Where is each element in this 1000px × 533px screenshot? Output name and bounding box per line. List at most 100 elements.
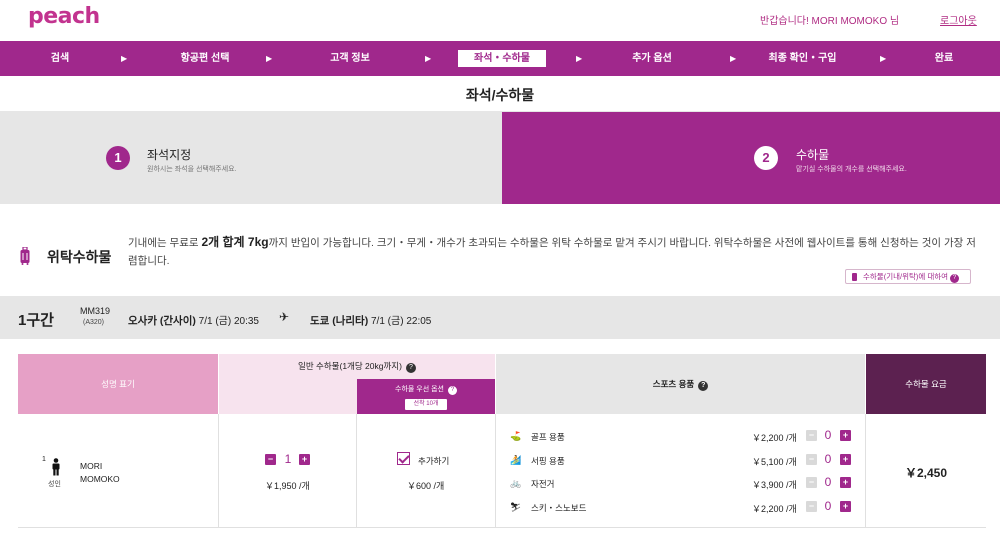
tab-description: 맡기실 수하물의 개수를 선택해주세요. (796, 166, 907, 173)
sport-item-price: ￥5,100 /개 (752, 457, 797, 467)
step-extra-options[interactable]: 추가 옵션 (612, 41, 692, 76)
departure-info: 오사카 (간사이) 7/1 (금) 20:35 (128, 312, 259, 328)
surf-decrement-button[interactable]: − (806, 454, 817, 465)
sport-item-name: 골프 용품 (531, 432, 565, 442)
chevron-right-icon: ▶ (121, 54, 128, 63)
column-header-general-baggage: 일반 수하물(1개당 20kg까지)? (219, 354, 495, 379)
cell-divider (218, 414, 219, 527)
general-baggage-increment-button[interactable]: + (299, 454, 310, 465)
sport-item-name: 자전거 (531, 479, 555, 489)
flight-segment-bar: 1구간 MM319 (A320) 오사카 (간사이) 7/1 (금) 20:35… (0, 296, 1000, 339)
booking-step-nav: 검색 ▶ 항공편 선택 ▶ 고객 정보 ▶ 좌석・수하물 ▶ 추가 옵션 ▶ 최… (0, 41, 1000, 76)
peach-logo[interactable]: peach (28, 4, 100, 29)
tab-baggage[interactable]: 2 수하물 맡기실 수하물의 개수를 선택해주세요. (502, 112, 1000, 204)
greeting-text: 반갑습니다! MORI MOMOKO 님 (760, 16, 900, 27)
help-icon: ? (950, 274, 960, 283)
baggage-info-link[interactable]: 수하물(기내/위탁)에 대하여? (845, 269, 971, 284)
row-divider (18, 527, 986, 528)
general-baggage-decrement-button[interactable]: − (265, 454, 276, 465)
adult-person-icon (52, 458, 60, 476)
baggage-info-text: 기내에는 무료로 2개 합계 7kg까지 반입이 가능합니다. 크기・무게・개수… (128, 233, 978, 270)
help-icon[interactable]: ? (698, 381, 709, 391)
column-header-priority-option: 수하물 우선 옵션? 선착 10개 (357, 379, 495, 414)
segment-label: 1구간 (18, 312, 54, 329)
chevron-right-icon: ▶ (880, 54, 887, 63)
limited-badge: 선착 10개 (405, 399, 447, 410)
sport-item-name: 서핑 용품 (531, 456, 565, 466)
general-baggage-price: ￥1,950 /개 (265, 481, 310, 491)
column-header-sports: 스포츠 용품? (496, 354, 865, 414)
general-baggage-subheader (219, 379, 357, 414)
baggage-info-link-label: 수하물(기내/위탁)에 대하여 (863, 272, 949, 281)
passenger-type: 성인 (48, 481, 61, 488)
sport-item-price: ￥2,200 /개 (752, 433, 797, 443)
step-number-badge: 1 (106, 146, 130, 170)
checked-baggage-title: 위탁수하물 (47, 249, 112, 265)
priority-option-price: ￥600 /개 (407, 481, 445, 491)
golf-icon: ⛳ (510, 431, 522, 441)
sport-item-price: ￥3,900 /개 (752, 480, 797, 490)
aircraft-type: (A320) (83, 319, 105, 326)
surf-increment-button[interactable]: + (840, 454, 851, 465)
sport-item-price: ￥2,200 /개 (752, 504, 797, 514)
bicycle-icon: 🚲 (510, 478, 522, 488)
logout-link[interactable]: 로그아웃 (940, 12, 977, 27)
ski-count: 0 (824, 499, 832, 513)
tab-title: 좌석지정 (147, 148, 192, 162)
baggage-fee-total: ￥2,450 (904, 466, 948, 480)
cell-divider (495, 414, 496, 527)
golf-decrement-button[interactable]: − (806, 430, 817, 441)
chevron-right-icon: ▶ (425, 54, 432, 63)
departure-time: 7/1 (금) 20:35 (198, 316, 259, 327)
surf-count: 0 (824, 452, 832, 466)
sport-item-name: 스키・스노보드 (531, 503, 587, 513)
general-baggage-count: 1 (284, 452, 292, 466)
step-number-badge: 2 (754, 146, 778, 170)
step-final-confirm[interactable]: 최종 확인・구입 (755, 41, 850, 76)
step-complete[interactable]: 완료 (924, 41, 964, 76)
info-text-bold: 2개 합계 7kg (201, 235, 269, 249)
help-icon[interactable]: ? (405, 363, 416, 373)
bicycle-count: 0 (824, 475, 832, 489)
bicycle-increment-button[interactable]: + (840, 477, 851, 488)
sports-header-label: 스포츠 용품 (652, 379, 695, 389)
luggage-icon (852, 273, 857, 281)
help-icon[interactable]: ? (447, 386, 457, 395)
arrival-info: 도쿄 (나리타) 7/1 (금) 22:05 (310, 312, 431, 328)
surf-icon: 🏄 (510, 455, 522, 465)
column-header-name: 성명 표기 (18, 354, 218, 414)
passenger-name: MORI MOMOKO (80, 460, 120, 486)
general-header-label: 일반 수하물(1개당 20kg까지) (298, 361, 402, 371)
priority-option-label: 추가하기 (418, 456, 450, 466)
step-seat-baggage[interactable]: 좌석・수하물 (458, 50, 546, 67)
arrival-time: 7/1 (금) 22:05 (371, 316, 432, 327)
flight-number: MM319 (80, 306, 111, 316)
page-title: 좌석/수하물 (0, 76, 1000, 112)
golf-count: 0 (824, 428, 832, 442)
tab-seat-selection[interactable]: 1 좌석지정 원하시는 좌석을 선택해주세요. (0, 112, 502, 204)
ski-decrement-button[interactable]: − (806, 501, 817, 512)
golf-increment-button[interactable]: + (840, 430, 851, 441)
luggage-icon (20, 247, 30, 265)
ski-increment-button[interactable]: + (840, 501, 851, 512)
chevron-right-icon: ▶ (266, 54, 273, 63)
column-header-fee: 수하물 요금 (866, 354, 986, 414)
cell-divider (356, 414, 357, 527)
chevron-right-icon: ▶ (730, 54, 737, 63)
step-search[interactable]: 검색 (30, 41, 90, 76)
chevron-right-icon: ▶ (576, 54, 583, 63)
bicycle-decrement-button[interactable]: − (806, 477, 817, 488)
site-header: peach 반갑습니다! MORI MOMOKO 님 로그아웃 (0, 0, 1000, 40)
tab-description: 원하시는 좌석을 선택해주세요. (147, 166, 237, 173)
passenger-last-name: MORI (80, 461, 103, 471)
priority-header-label: 수하물 우선 옵션 (395, 386, 444, 393)
step-customer-info[interactable]: 고객 정보 (310, 41, 390, 76)
airplane-icon: ✈ (279, 310, 290, 324)
arrival-airport: 도쿄 (나리타) (310, 315, 369, 327)
priority-option-checkbox[interactable] (397, 452, 410, 465)
tab-title: 수하물 (796, 148, 830, 162)
passenger-index: 1 (42, 456, 46, 463)
passenger-first-name: MOMOKO (80, 474, 120, 484)
info-text-part: 기내에는 무료로 (128, 237, 202, 249)
step-flight-select[interactable]: 항공편 선택 (165, 41, 245, 76)
